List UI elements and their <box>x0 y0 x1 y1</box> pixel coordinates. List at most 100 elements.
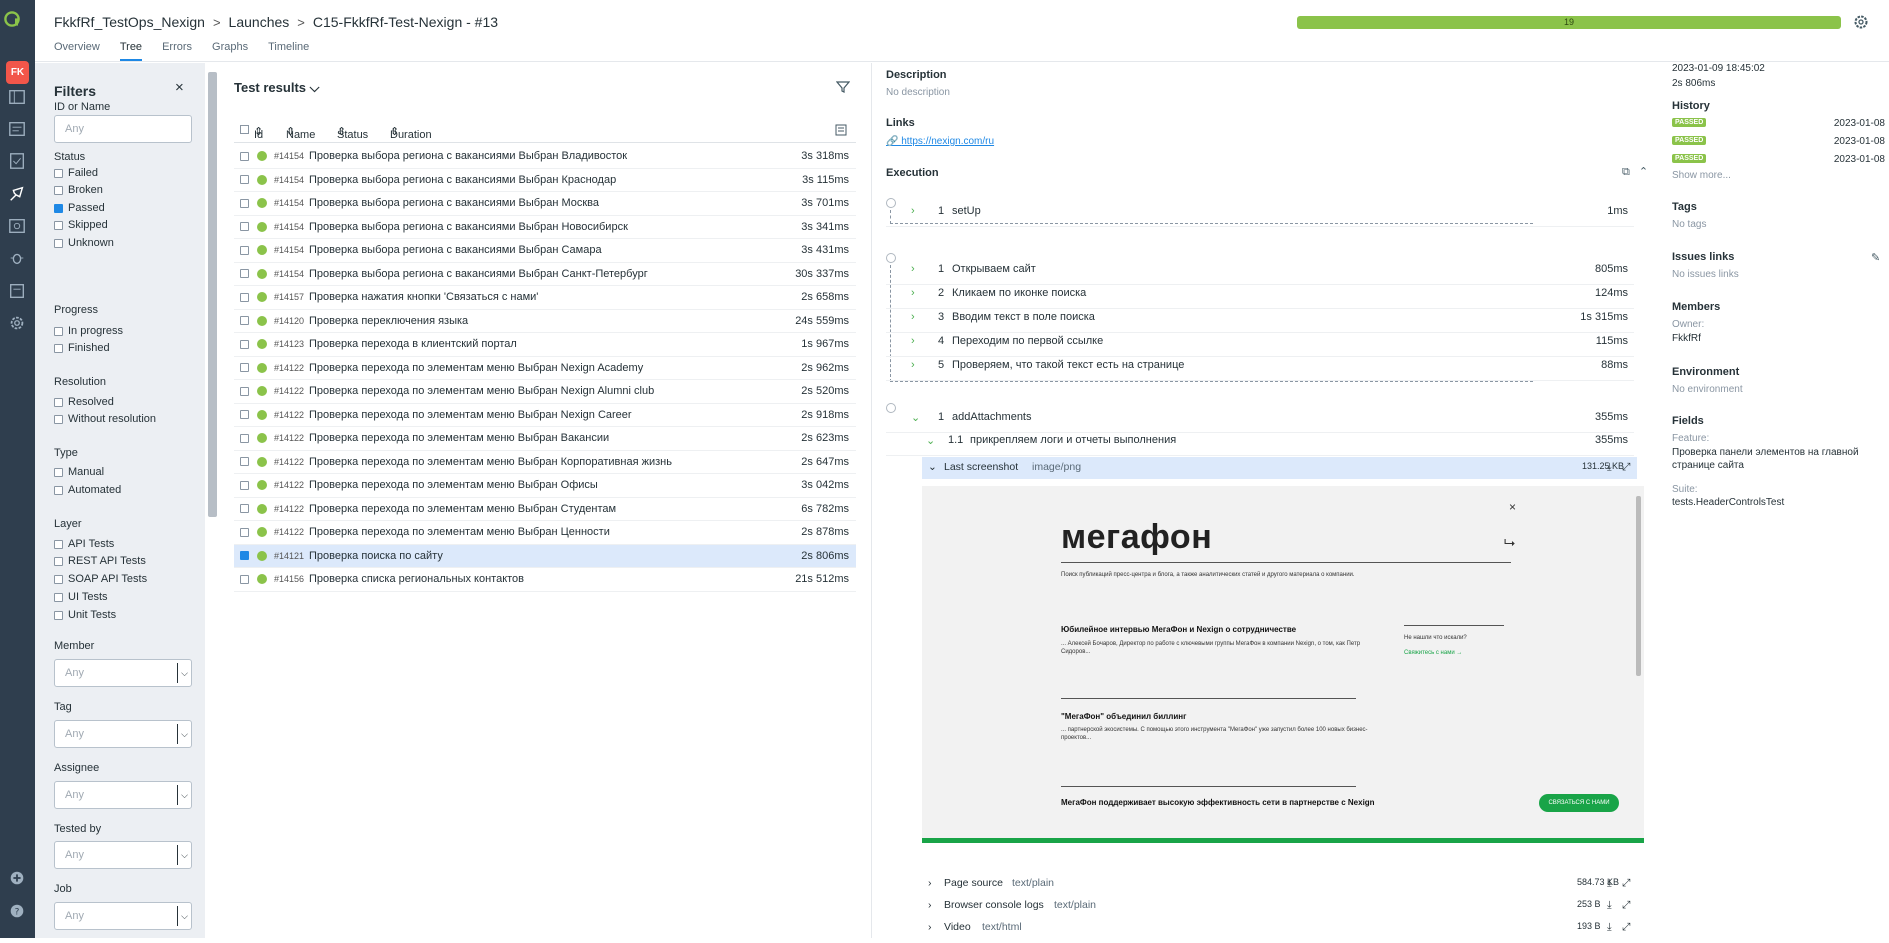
test-step[interactable]: › 1 Открываем сайт 805ms <box>886 263 1634 285</box>
nexign-link[interactable]: 🔗 https://nexign.com/ru <box>886 136 994 147</box>
table-row[interactable]: #14154 Проверка выбора региона с вакансия… <box>234 239 856 263</box>
row-checkbox[interactable] <box>240 574 249 584</box>
history-status-badge[interactable]: PASSED <box>1672 136 1707 145</box>
layer-api-checkbox[interactable]: API Tests <box>54 538 114 550</box>
teardown-step[interactable]: ⌄ 1 addAttachments 355ms <box>886 411 1634 433</box>
table-row[interactable]: #14122 Проверка перехода по элементам мен… <box>234 404 856 427</box>
row-checkbox[interactable] <box>240 386 249 396</box>
tab-overview[interactable]: Overview <box>54 41 100 61</box>
table-row[interactable]: #14156 Проверка списка региональных конта… <box>234 568 856 592</box>
row-checkbox[interactable] <box>240 480 249 490</box>
test-plans-icon[interactable] <box>7 281 27 301</box>
row-checkbox[interactable] <box>240 410 249 420</box>
breadcrumb-launches[interactable]: Launches <box>229 14 290 30</box>
add-plus-icon[interactable] <box>7 868 27 888</box>
user-avatar[interactable]: FK <box>6 61 29 84</box>
row-checkbox[interactable] <box>240 339 249 349</box>
launch-settings-gear-icon[interactable] <box>1853 14 1869 30</box>
test-step[interactable]: › 3 Вводим текст в поле поиска 1s 315ms <box>886 311 1634 333</box>
table-row[interactable]: #14122 Проверка перехода по элементам мен… <box>234 451 856 474</box>
row-checkbox[interactable] <box>240 457 249 467</box>
select-all-checkbox[interactable] <box>240 125 249 137</box>
table-row[interactable]: #14121 Проверка поиска по сайту 2s 806ms <box>234 544 856 568</box>
table-row[interactable]: #14154 Проверка выбора региона с вакансия… <box>234 169 856 192</box>
row-checkbox[interactable] <box>240 151 249 161</box>
row-checkbox[interactable] <box>240 504 249 514</box>
settings-gear-icon[interactable] <box>7 313 27 333</box>
expand-icon[interactable]: ⤢ <box>1622 899 1630 912</box>
analytics-search-icon[interactable] <box>7 216 27 236</box>
assignee-select[interactable]: Any ⌵ <box>54 781 192 809</box>
row-checkbox[interactable] <box>240 433 249 443</box>
attachment-last-screenshot[interactable]: ⌄ Last screenshot image/png 131.25 KB ⤓ … <box>922 457 1637 479</box>
job-select[interactable]: Any ⌵ <box>54 902 192 930</box>
status-broken-checkbox[interactable]: Broken <box>54 184 103 196</box>
tab-errors[interactable]: Errors <box>162 41 192 61</box>
close-filters-icon[interactable]: × <box>175 79 184 96</box>
history-status-badge[interactable]: PASSED <box>1672 118 1707 127</box>
table-row[interactable]: #14122 Проверка перехода по элементам мен… <box>234 474 856 498</box>
type-automated-checkbox[interactable]: Automated <box>54 484 121 496</box>
download-icon[interactable]: ⤓ <box>1607 877 1612 890</box>
launches-rocket-icon[interactable] <box>7 184 27 204</box>
layer-unit-checkbox[interactable]: Unit Tests <box>54 609 116 621</box>
table-row[interactable]: #14122 Проверка перехода по элементам мен… <box>234 498 856 521</box>
row-checkbox[interactable] <box>240 292 249 302</box>
member-select[interactable]: Any ⌵ <box>54 659 192 687</box>
attachment-row[interactable]: › Video text/html 193 B ⤓ ⤢ <box>922 921 1637 943</box>
row-checkbox[interactable] <box>240 316 249 326</box>
history-status-badge[interactable]: PASSED <box>1672 154 1707 163</box>
status-passed-checkbox[interactable]: Passed <box>54 202 105 214</box>
breadcrumb-launch[interactable]: C15-FkkfRf-Test-Nexign - #13 <box>313 14 498 30</box>
substep[interactable]: ⌄ 1.1 прикрепляем логи и отчеты выполнен… <box>886 434 1634 456</box>
tab-tree[interactable]: Tree <box>119 41 143 61</box>
resolution-resolved-checkbox[interactable]: Resolved <box>54 396 114 408</box>
type-manual-checkbox[interactable]: Manual <box>54 466 104 478</box>
filter-funnel-icon[interactable] <box>835 80 851 97</box>
layer-soap-api-checkbox[interactable]: SOAP API Tests <box>54 573 147 585</box>
show-more-link[interactable]: Show more... <box>1672 170 1731 181</box>
table-row[interactable]: #14154 Проверка выбора региона с вакансия… <box>234 263 856 286</box>
table-row[interactable]: #14123 Проверка перехода в клиентский пор… <box>234 333 856 357</box>
test-step[interactable]: › 2 Кликаем по иконке поиска 124ms <box>886 287 1634 309</box>
test-step[interactable]: › 5 Проверяем, что такой текст есть на стр… <box>886 359 1634 381</box>
download-icon[interactable]: ⤓ <box>1607 461 1612 474</box>
status-skipped-checkbox[interactable]: Skipped <box>54 219 108 231</box>
test-cases-icon[interactable] <box>7 151 27 171</box>
attachment-row[interactable]: › Page source text/plain 584.73 KB ⤓ ⤢ <box>922 877 1637 899</box>
tested-by-select[interactable]: Any ⌵ <box>54 841 192 869</box>
row-checkbox[interactable] <box>240 551 249 561</box>
expand-icon[interactable]: ⤢ <box>1622 461 1630 474</box>
table-row[interactable]: #14154 Проверка выбора региона с вакансия… <box>234 192 856 216</box>
breadcrumb-project[interactable]: FkkfRf_TestOps_Nexign <box>54 14 205 30</box>
test-results-title[interactable]: Test results ⌵ <box>234 80 319 96</box>
table-row[interactable]: #14154 Проверка выбора региона с вакансия… <box>234 145 856 169</box>
expand-icon[interactable]: ⤢ <box>1622 921 1630 934</box>
row-checkbox[interactable] <box>240 245 249 255</box>
filters-scrollbar[interactable] <box>208 72 217 517</box>
allure-logo-icon[interactable] <box>3 10 32 39</box>
table-row[interactable]: #14120 Проверка переключения языка 24s 559… <box>234 310 856 333</box>
download-icon[interactable]: ⤓ <box>1607 899 1612 912</box>
test-step[interactable]: › 4 Переходим по первой ссылке 115ms <box>886 335 1634 357</box>
col-id[interactable]: Id ⇕ <box>254 125 263 141</box>
resolution-without-checkbox[interactable]: Without resolution <box>54 413 156 425</box>
tab-timeline[interactable]: Timeline <box>268 41 309 61</box>
expand-icon[interactable]: ⤢ <box>1622 877 1630 890</box>
edit-pencil-icon[interactable]: ✎ <box>1871 251 1880 264</box>
tab-graphs[interactable]: Graphs <box>212 41 248 61</box>
table-row[interactable]: #14122 Проверка перехода по элементам мен… <box>234 380 856 404</box>
table-options-icon[interactable] <box>834 123 848 140</box>
row-checkbox[interactable] <box>240 527 249 537</box>
setup-step[interactable]: › 1 setUp 1ms <box>886 205 1634 227</box>
dashboard-icon[interactable] <box>7 87 27 107</box>
col-status[interactable]: Status ⇕ <box>337 125 368 141</box>
collapse-icon[interactable]: ⌃ <box>1639 166 1648 178</box>
status-unknown-checkbox[interactable]: Unknown <box>54 237 114 249</box>
table-row[interactable]: #14157 Проверка нажатия кнопки 'Связаться… <box>234 286 856 310</box>
tag-select[interactable]: Any ⌵ <box>54 720 192 748</box>
table-row[interactable]: #14122 Проверка перехода по элементам мен… <box>234 427 856 451</box>
layer-ui-checkbox[interactable]: UI Tests <box>54 591 108 603</box>
attachment-row[interactable]: › Browser console logs text/plain 253 B ⤓ ⤢ <box>922 899 1637 921</box>
table-row[interactable]: #14122 Проверка перехода по элементам мен… <box>234 521 856 545</box>
